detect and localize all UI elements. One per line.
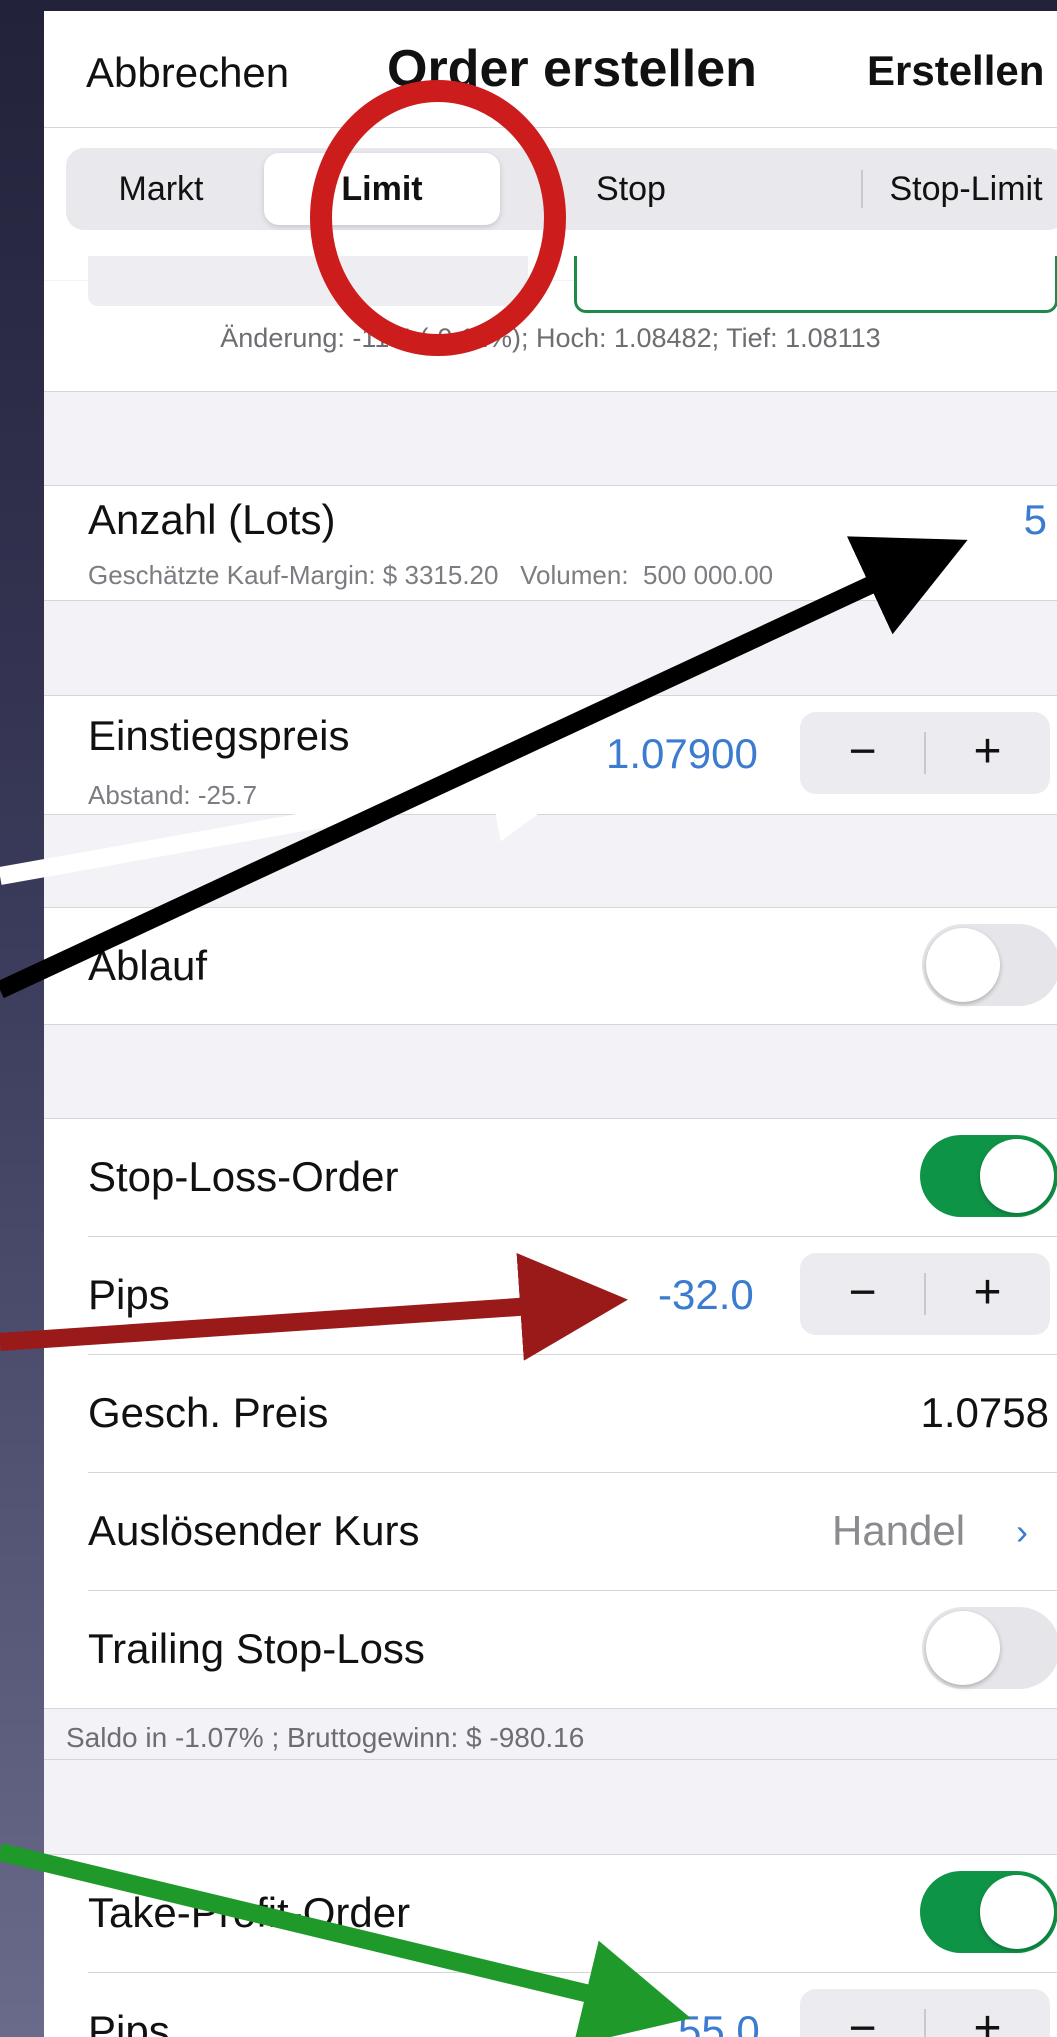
- dark-red-arrow: [0, 1252, 628, 1361]
- green-arrow: [0, 1843, 691, 2037]
- highlight-circle: [310, 80, 566, 356]
- black-arrow: [0, 536, 968, 999]
- annotation-overlay: [0, 80, 968, 2037]
